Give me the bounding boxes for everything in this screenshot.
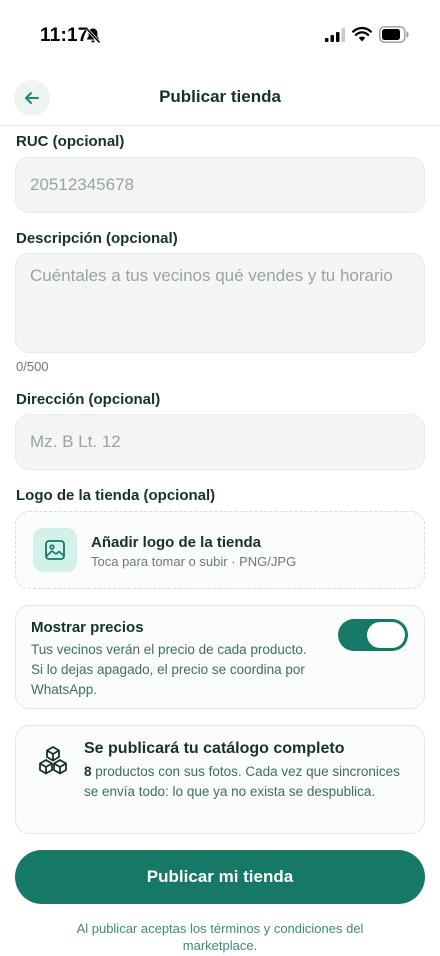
image-icon	[45, 540, 65, 560]
status-time: 11:17	[40, 25, 89, 46]
ruc-input[interactable]	[16, 158, 424, 212]
logo-label: Logo de la tienda (opcional)	[16, 487, 216, 504]
ruc-field-wrap	[15, 157, 425, 213]
catalog-card: Se publicará tu catálogo completo 8 prod…	[15, 725, 425, 834]
show-prices-card: Mostrar precios Tus vecinos verán el pre…	[15, 605, 425, 709]
battery-icon	[379, 26, 409, 43]
show-prices-title: Mostrar precios	[31, 619, 144, 636]
bell-slash-icon	[85, 27, 101, 44]
direccion-field-wrap	[15, 414, 425, 470]
direccion-input[interactable]	[16, 415, 424, 469]
boxes-icon	[39, 746, 67, 775]
signal-icon	[325, 28, 345, 42]
publish-button[interactable]: Publicar mi tienda	[15, 850, 425, 904]
terms-text: Al publicar aceptas los términos y condi…	[76, 921, 364, 953]
show-prices-toggle[interactable]	[338, 619, 408, 651]
page-title: Publicar tienda	[159, 87, 281, 106]
status-bar: 11:17	[0, 0, 440, 70]
wifi-icon	[352, 26, 372, 42]
show-prices-description: Tus vecinos verán el precio de cada prod…	[31, 642, 307, 697]
logo-upload-title: Añadir logo de la tienda	[91, 534, 262, 551]
descripcion-counter: 0/500	[16, 359, 49, 374]
logo-upload-subtitle: Toca para tomar o subir · PNG/JPG	[91, 554, 297, 569]
catalog-description: 8 productos con sus fotos. Cada vez que …	[84, 762, 409, 802]
catalog-title: Se publicará tu catálogo completo	[84, 740, 345, 757]
descripcion-label: Descripción (opcional)	[16, 230, 178, 247]
logo-icon-wrap	[33, 528, 77, 572]
toggle-knob	[367, 622, 405, 648]
catalog-description-text: productos con sus fotos. Cada vez que si…	[84, 764, 400, 799]
ruc-label: RUC (opcional)	[16, 133, 125, 150]
descripcion-input[interactable]	[16, 254, 424, 352]
logo-upload-button[interactable]: Añadir logo de la tienda Toca para tomar…	[15, 511, 425, 589]
catalog-count: 8	[84, 764, 92, 779]
direccion-label: Dirección (opcional)	[16, 391, 161, 408]
descripcion-field-wrap	[15, 253, 425, 353]
header: Publicar tienda	[0, 70, 440, 126]
